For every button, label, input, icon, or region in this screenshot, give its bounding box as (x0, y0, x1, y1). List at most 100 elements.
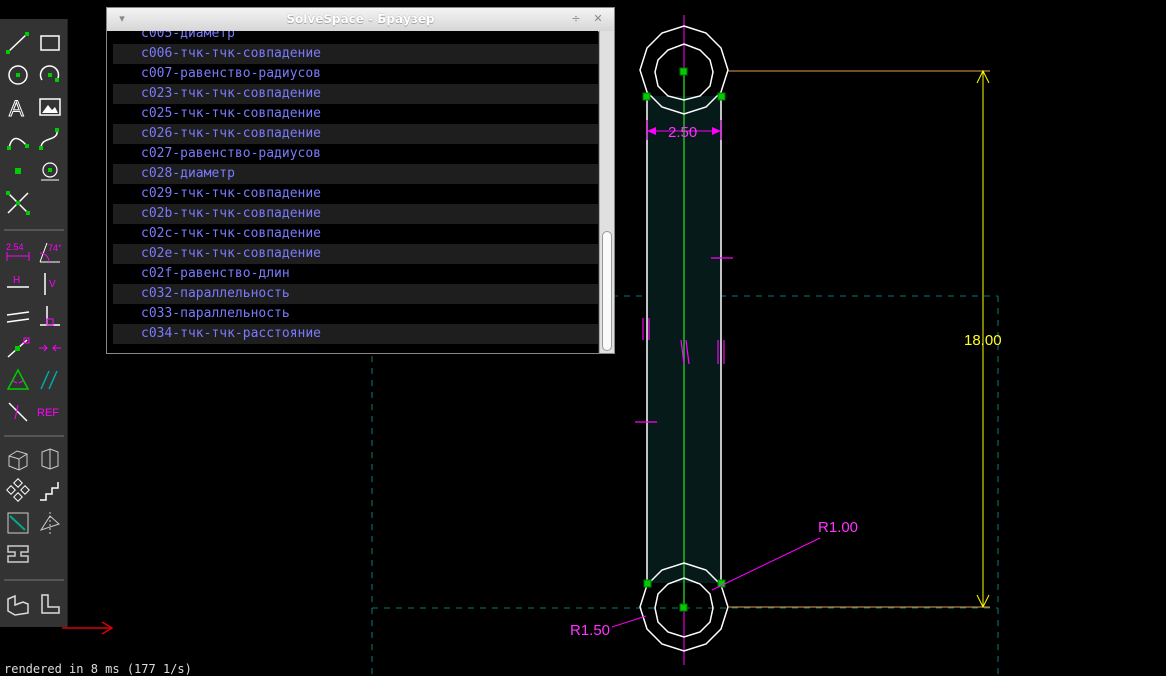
scrollbar-thumb[interactable] (602, 231, 612, 351)
constraint-list-item[interactable]: c02c-тчк-тчк-совпадение (113, 224, 598, 244)
constraint-list-item[interactable]: c006-тчк-тчк-совпадение (113, 44, 598, 64)
constraint-list-item[interactable]: c033-параллельность (113, 304, 598, 324)
vertical-constraint-button[interactable]: V (37, 271, 63, 297)
height-dimension[interactable] (728, 69, 990, 609)
rectangle-icon (40, 35, 60, 51)
line-tool-button[interactable] (5, 30, 31, 56)
toolbar-separator (4, 229, 64, 231)
constraint-list-item[interactable]: c02e-тчк-тчк-совпадение (113, 244, 598, 264)
step-rotate-icon (6, 478, 30, 502)
toolbar-separator (4, 435, 64, 437)
workplane-tool-button[interactable] (37, 158, 63, 184)
svg-text:V: V (49, 279, 56, 290)
tangent-arc-icon (7, 137, 29, 150)
arc-icon (39, 65, 60, 82)
constraint-list-item[interactable]: c026-тчк-тчк-совпадение (113, 124, 598, 144)
svg-text:H: H (13, 275, 20, 286)
radius-small-label[interactable]: R1.00 (818, 519, 858, 536)
radius-large-label[interactable]: R1.50 (570, 622, 610, 639)
section-view-button[interactable] (37, 591, 63, 617)
close-button[interactable]: ✕ (591, 12, 605, 26)
horizontal-constraint-button[interactable]: H (5, 271, 31, 297)
parallel-icon (6, 311, 30, 323)
extrude-button[interactable] (5, 510, 31, 536)
text-icon: A (9, 96, 25, 121)
angle-constraint-button[interactable]: 74° (37, 239, 63, 265)
constraint-list-item[interactable]: c007-равенство-радиусов (113, 64, 598, 84)
constraint-list: c005-диаметр c006-тчк-тчк-совпадение c007-… (107, 31, 598, 353)
radius-small-leader[interactable] (711, 537, 821, 591)
reference-toggle-button[interactable]: REF (37, 399, 63, 425)
constraint-list-item[interactable]: c005-диаметр (113, 31, 598, 44)
import-group-button[interactable] (5, 591, 31, 617)
image-icon (39, 98, 61, 116)
constraint-list-item[interactable]: c032-параллельность (113, 284, 598, 304)
same-orientation-button[interactable] (37, 367, 63, 393)
bezier-icon (39, 128, 59, 150)
point-tool-button[interactable] (5, 158, 31, 184)
vertical-scrollbar[interactable] (599, 31, 614, 353)
constraint-list-item[interactable]: c028-диаметр (113, 164, 598, 184)
lathe-icon (39, 512, 60, 534)
toolbar-separator (4, 579, 64, 581)
circle-tool-button[interactable] (5, 62, 31, 88)
perpendicular-constraint-button[interactable] (37, 303, 63, 329)
angle-icon: 74° (39, 242, 62, 263)
on-entity-icon (7, 337, 30, 358)
new-3d-sketch-button[interactable] (37, 446, 63, 472)
svg-text:A: A (9, 96, 24, 120)
split-icon (6, 191, 30, 215)
tangent-arc-tool-button[interactable] (5, 126, 31, 152)
width-dimension-label[interactable]: 2.50 (668, 124, 697, 141)
bezier-tool-button[interactable] (37, 126, 63, 152)
other-constraint-icon (8, 402, 28, 422)
workplane-cube-icon (8, 450, 28, 471)
constraint-list-item[interactable]: c025-тчк-тчк-совпадение (113, 104, 598, 124)
text-tool-button[interactable]: A (5, 94, 31, 121)
horizontal-icon: H (7, 275, 29, 288)
step-translate-icon (40, 482, 59, 501)
radius-large-leader[interactable] (611, 615, 647, 628)
svg-text:2.54: 2.54 (6, 242, 24, 252)
helix-icon (7, 545, 29, 563)
step-rotate-button[interactable] (5, 478, 31, 504)
vertical-icon: V (44, 273, 56, 295)
window-titlebar[interactable]: ▾ SolveSpace - Браузер ÷ ✕ (107, 8, 614, 32)
new-workplane-group-button[interactable] (5, 446, 31, 472)
circle-icon (8, 65, 28, 85)
constraint-list-item[interactable]: c029-тчк-тчк-совпадение (113, 184, 598, 204)
distance-icon: 2.54 (6, 242, 30, 261)
symmetric-icon (39, 344, 61, 352)
assembly-icon (7, 594, 29, 616)
step-translate-button[interactable] (37, 478, 63, 504)
browser-window[interactable]: ▾ SolveSpace - Браузер ÷ ✕ c005-диаметр c… (106, 7, 615, 354)
symmetric-constraint-button[interactable] (37, 335, 63, 361)
parallel-constraint-button[interactable] (5, 303, 31, 329)
rectangle-tool-button[interactable] (37, 30, 63, 56)
x-axis-arrow (62, 621, 114, 635)
constraint-list-item[interactable]: c027-равенство-радиусов (113, 144, 598, 164)
height-dimension-label[interactable]: 18.00 (964, 332, 1002, 349)
triangle-equal-icon (6, 368, 30, 390)
distance-constraint-button[interactable]: 2.54 (5, 239, 31, 265)
equal-constraint-button[interactable] (5, 367, 31, 393)
image-tool-button[interactable] (37, 94, 63, 120)
line-icon (6, 32, 29, 54)
helix-button[interactable] (5, 542, 31, 568)
constraint-list-item[interactable]: c034-тчк-тчк-расстояние (113, 324, 598, 344)
other-supplementary-button[interactable] (5, 399, 31, 425)
svg-text:74°: 74° (48, 243, 62, 253)
arc-tool-button[interactable] (37, 62, 63, 88)
split-curves-button[interactable] (5, 190, 31, 216)
orientation-icon (40, 370, 58, 390)
l-shape-icon (41, 594, 60, 614)
constraint-list-item[interactable]: c02b-тчк-тчк-совпадение (113, 204, 598, 224)
extrude-icon (7, 512, 29, 534)
constraint-list-item[interactable]: c023-тчк-тчк-совпадение (113, 84, 598, 104)
reference-icon: REF (37, 407, 59, 419)
svg-text:REF: REF (37, 407, 59, 419)
constraint-list-item[interactable]: c02f-равенство-длин (113, 264, 598, 284)
on-entity-constraint-button[interactable] (5, 335, 31, 361)
pin-button[interactable]: ÷ (569, 12, 583, 26)
lathe-button[interactable] (37, 510, 63, 536)
